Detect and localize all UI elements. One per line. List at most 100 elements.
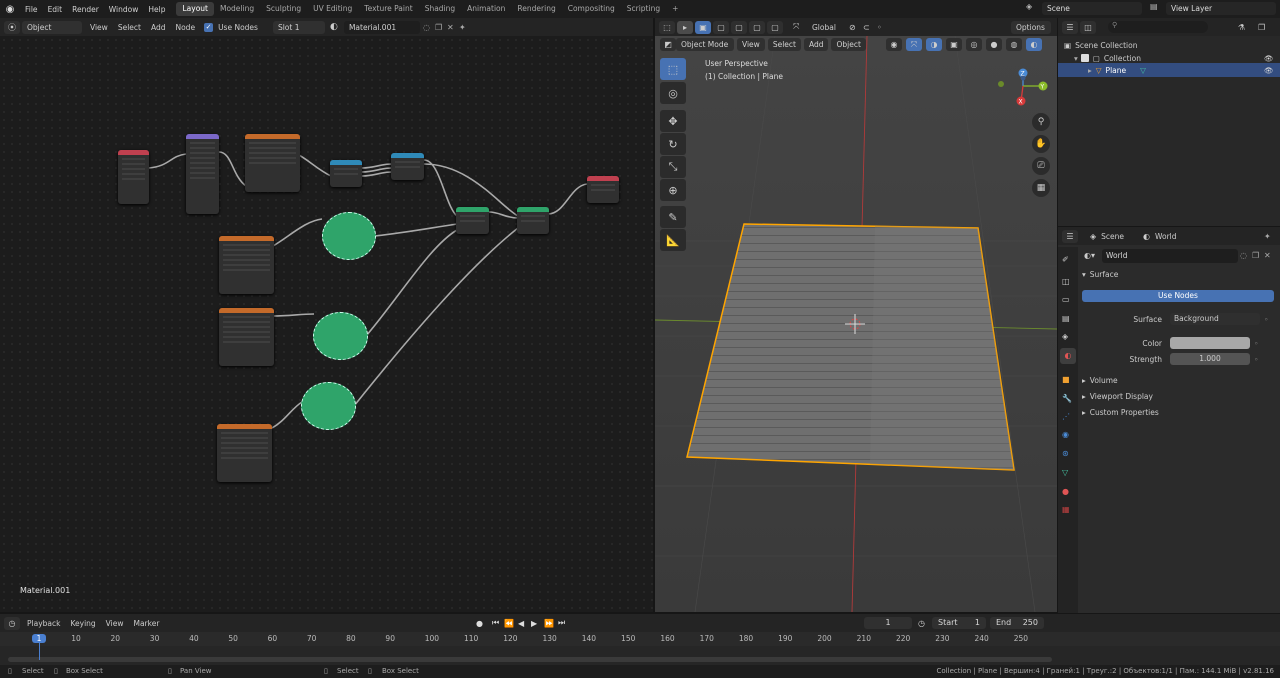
tab-data-icon[interactable]: ▽ [1062,468,1068,477]
camera-view-icon[interactable]: ⎚ [1032,157,1050,175]
ortho-grid-icon[interactable]: ▦ [1032,179,1050,197]
timeline-track-area[interactable] [0,646,1280,666]
outliner-type-icon[interactable]: ☰ [1062,20,1078,34]
menu-edit[interactable]: Edit [43,5,68,14]
proportional-icon[interactable]: ◦ [877,23,891,32]
tab-texture-icon[interactable]: ▦ [1062,505,1070,514]
use-nodes-checkbox[interactable]: ✓ [204,22,214,32]
timeline-ruler[interactable]: 1 10 20 30 40 50 60 70 80 90 100 110 120 130 140 150 160… [0,632,1280,646]
shading-wireframe-icon[interactable]: ◎ [966,38,982,51]
collection-eye-icon[interactable]: 👁 [1264,54,1274,63]
jump-keyframe-forward-icon[interactable]: ⏩ [544,619,554,628]
fake-user-icon[interactable]: ◌ [423,23,435,32]
jump-start-icon[interactable]: ⏮ [492,618,499,628]
tool-cursor[interactable]: ◎ [660,82,686,104]
blender-logo-icon[interactable]: ◉ [0,0,20,18]
editor-type-icon[interactable]: ⦿ [4,20,20,34]
color-link-icon[interactable]: ◦ [1254,339,1258,348]
node-frame-green-2[interactable] [313,312,368,360]
tab-shading[interactable]: Shading [419,2,461,16]
menu-help[interactable]: Help [143,5,170,14]
world-selector-icon[interactable]: ◐▾ [1084,251,1095,260]
world-fake-user-icon[interactable]: ◌ [1240,251,1247,260]
collection-check-icon[interactable] [1080,54,1089,62]
tab-scripting[interactable]: Scripting [621,2,666,16]
color-swatch[interactable] [1170,337,1250,349]
custom-properties-panel-header[interactable]: ▸ Custom Properties [1082,408,1159,417]
outliner-scene-collection[interactable]: ▣ Scene Collection [1064,39,1274,51]
collection-expand-icon[interactable]: ▾ [1074,54,1078,63]
duplicate-icon[interactable]: ❐ [435,23,447,32]
end-frame-field[interactable]: End 250 [990,617,1044,629]
tab-output-icon[interactable]: ▭ [1062,295,1070,304]
viewport-menu-add[interactable]: Add [803,38,829,51]
menu-file[interactable]: File [20,5,43,14]
orientation-dropdown[interactable]: Global [807,23,841,32]
menu-render[interactable]: Render [67,5,104,14]
viewport-menu-select[interactable]: Select [767,38,801,51]
world-unlink-icon[interactable]: ✕ [1264,251,1271,260]
node-frame-green-1[interactable] [322,212,376,260]
node-mapping[interactable] [186,134,219,214]
shading-solid-icon[interactable]: ● [986,38,1002,51]
snap-icon[interactable]: ⊂ [863,23,877,32]
viewport-display-panel-header[interactable]: ▸ Viewport Display [1082,392,1153,401]
pin-icon[interactable]: ✦ [459,23,471,32]
outliner-search-field[interactable]: ⚲ [1108,21,1208,33]
tool-transform[interactable]: ⊕ [660,179,686,201]
play-reverse-icon[interactable]: ◀ [518,619,524,628]
pivot-icon[interactable]: ⊘ [849,23,863,32]
tab-sculpting[interactable]: Sculpting [260,2,307,16]
tab-physics-icon[interactable]: ◉ [1062,430,1069,439]
strength-field[interactable]: 1.000 [1170,353,1250,365]
editor-type-3d-icon[interactable]: ⬚ [659,20,675,34]
shading-rendered-icon[interactable]: ◐ [1026,38,1042,51]
node-separate-rgb[interactable] [330,160,362,187]
current-frame-field[interactable]: 1 [864,617,912,629]
tab-compositing[interactable]: Compositing [562,2,621,16]
node-menu-add[interactable]: Add [146,23,171,32]
tool-move[interactable]: ✥ [660,110,686,132]
tab-world-icon[interactable]: ◐ [1060,348,1076,364]
viewport-menu-object[interactable]: Object [831,38,866,51]
jump-end-icon[interactable]: ⏭ [558,618,565,628]
tab-modeling[interactable]: Modeling [214,2,260,16]
tool-select-box[interactable]: ⬚ [660,58,686,80]
select-mode-extend-icon[interactable]: ▢ [713,20,729,34]
tab-layout[interactable]: Layout [176,2,214,16]
surface-dropdown[interactable]: Background [1170,313,1260,325]
menu-window[interactable]: Window [104,5,144,14]
timeline-scrollbar[interactable] [8,657,1052,662]
tool-annotate[interactable]: ✎ [660,206,686,228]
material-sphere-icon[interactable]: ◐ [330,22,344,32]
zoom-icon[interactable]: ⚲ [1032,113,1050,131]
start-frame-field[interactable]: Start 1 [932,617,986,629]
node-image-texture-1[interactable] [245,134,300,192]
plane-eye-icon[interactable]: 👁 [1264,66,1274,75]
scene-selector[interactable]: Scene [1042,2,1142,15]
select-tool-icon[interactable]: ▸ [677,20,693,34]
tab-rendering[interactable]: Rendering [511,2,561,16]
use-nodes-button[interactable]: Use Nodes [1082,290,1274,302]
node-mix-shader-2[interactable] [517,207,549,234]
strength-link-icon[interactable]: ◦ [1254,355,1258,364]
node-image-texture-4[interactable] [217,424,272,482]
object-mode-dropdown[interactable]: Object Mode [676,38,734,51]
orientation-icon[interactable]: ⤧ [793,22,807,32]
slot-dropdown[interactable]: Slot 1 [272,20,325,34]
outliner-new-collection-icon[interactable]: ❐ [1258,23,1265,32]
visibility-icon[interactable]: ◉ [886,38,902,51]
gizmo-toggle-icon[interactable]: ⤧ [906,38,922,51]
tab-render-icon[interactable]: ◫ [1062,277,1070,286]
outliner-filter-icon[interactable]: ⚗ [1238,23,1245,32]
overlay-toggle-icon[interactable]: ◑ [926,38,942,51]
material-name-field[interactable]: Material.001 [343,20,420,34]
select-mode-subtract-icon[interactable]: ▢ [731,20,747,34]
timeline-menu-view[interactable]: View [101,619,129,628]
timeline-menu-playback[interactable]: Playback [22,619,65,628]
tab-particles-icon[interactable]: ⋰ [1062,412,1070,421]
node-menu-view[interactable]: View [85,23,113,32]
play-icon[interactable]: ▶ [531,619,537,628]
tab-animation[interactable]: Animation [461,2,511,16]
select-mode-intersect-icon[interactable]: ▢ [767,20,783,34]
